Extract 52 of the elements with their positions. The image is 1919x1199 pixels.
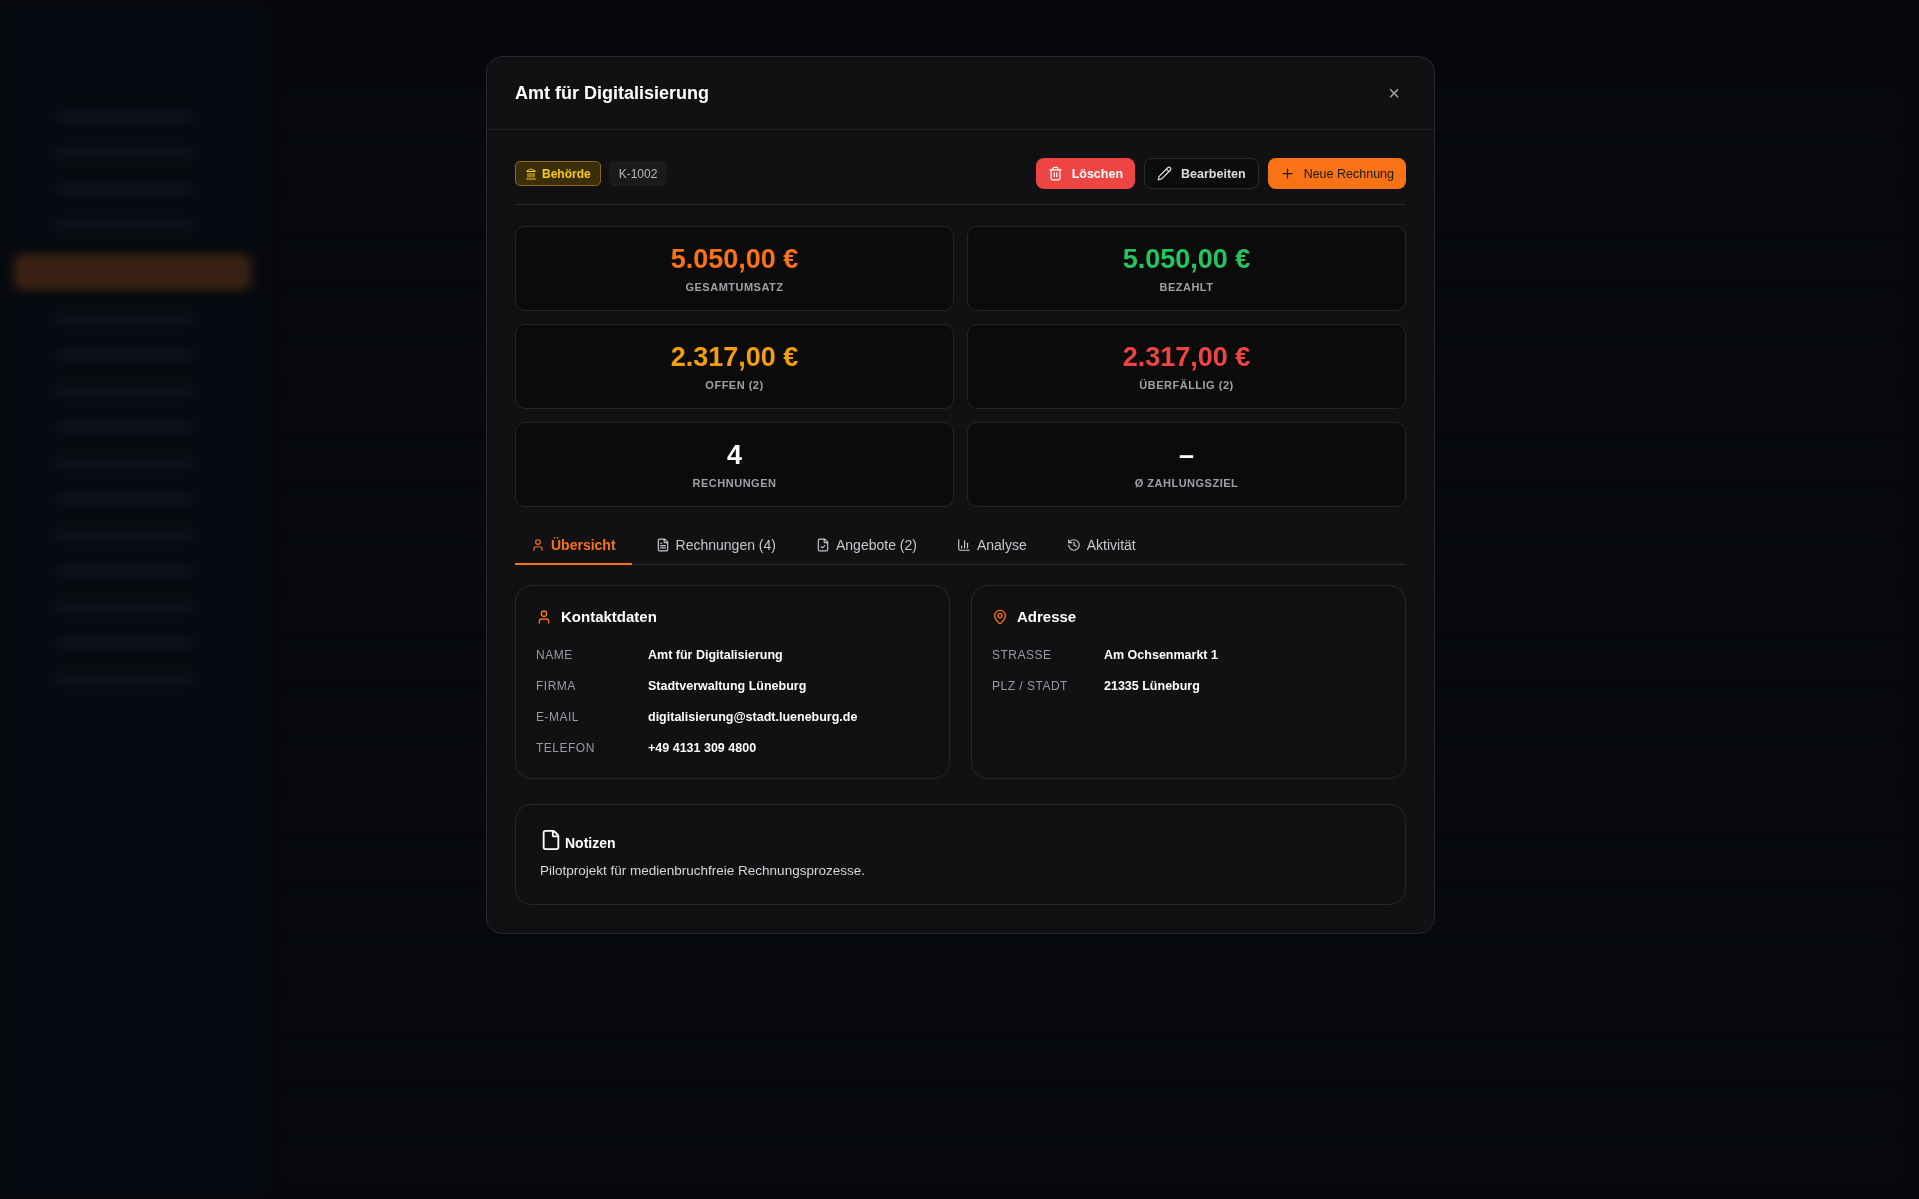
stat-value: 5.050,00 € — [1122, 244, 1251, 275]
map-pin-icon — [992, 608, 1008, 625]
customer-id-tag: K-1002 — [608, 161, 668, 186]
category-tag: Behörde — [515, 161, 601, 186]
card-title: Adresse — [1017, 608, 1077, 625]
notes-text: Pilotprojekt für medienbruchfreie Rechnungsprozesse. — [540, 863, 866, 878]
field-label: PLZ / STADT — [992, 678, 1069, 693]
landmark-icon — [525, 167, 537, 180]
edit-button[interactable]: Bearbeiten — [1144, 158, 1259, 189]
card-title: Kontaktdaten — [561, 608, 657, 625]
tab[interactable]: Angebote (2) — [800, 529, 933, 565]
tab[interactable]: Analyse — [940, 529, 1043, 565]
stat-label: GESAMTUMSATZ — [685, 281, 784, 293]
bar-chart-icon — [956, 538, 971, 552]
new-invoice-button[interactable]: Neue Rechnung — [1267, 158, 1406, 189]
field-value: +49 4131 309 4800 — [648, 740, 757, 755]
close-button[interactable]: × — [1382, 79, 1406, 107]
field-label: TELEFON — [536, 740, 596, 755]
field-label: STRASSE — [992, 647, 1053, 662]
delete-button[interactable]: Löschen — [1035, 158, 1136, 189]
field-value: Am Ochsenmarkt 1 — [1104, 647, 1218, 662]
plus-icon — [1279, 166, 1295, 181]
stat-value: 4 — [727, 440, 742, 471]
tab[interactable]: Aktivität — [1050, 529, 1152, 565]
field-value: 21335 Lüneburg — [1104, 678, 1200, 693]
stat-value: – — [1179, 440, 1194, 471]
user-icon — [536, 608, 552, 625]
field-label: FIRMA — [536, 678, 577, 693]
stat-value: 2.317,00 € — [1122, 342, 1251, 373]
document-icon — [655, 538, 670, 552]
tab[interactable]: Übersicht — [515, 529, 632, 565]
document-check-icon — [816, 538, 830, 552]
pencil-icon — [1157, 166, 1173, 181]
stat-value: 5.050,00 € — [670, 244, 799, 275]
field-label: NAME — [536, 647, 574, 662]
trash-icon — [1047, 166, 1063, 181]
stat-label: RECHNUNGEN — [692, 477, 777, 489]
stat-label: ÜBERFÄLLIG (2) — [1139, 379, 1234, 391]
field-value: Stadtverwaltung Lüneburg — [648, 678, 807, 693]
history-icon — [1066, 538, 1081, 552]
field-label: E-MAIL — [536, 709, 580, 724]
card-title: Notizen — [565, 835, 616, 851]
file-icon — [540, 829, 562, 851]
field-value: Amt für Digitalisierung — [648, 647, 783, 662]
stat-label: Ø ZAHLUNGSZIEL — [1134, 477, 1239, 489]
tab[interactable]: Rechnungen (4) — [639, 529, 792, 565]
dialog-title: Amt für Digitalisierung — [515, 82, 709, 104]
user-icon — [531, 538, 545, 552]
stat-label: OFFEN (2) — [705, 379, 764, 391]
stat-label: BEZAHLT — [1159, 281, 1214, 293]
stat-value: 2.317,00 € — [670, 342, 799, 373]
field-value: digitalisierung@stadt.lueneburg.de — [648, 709, 858, 724]
